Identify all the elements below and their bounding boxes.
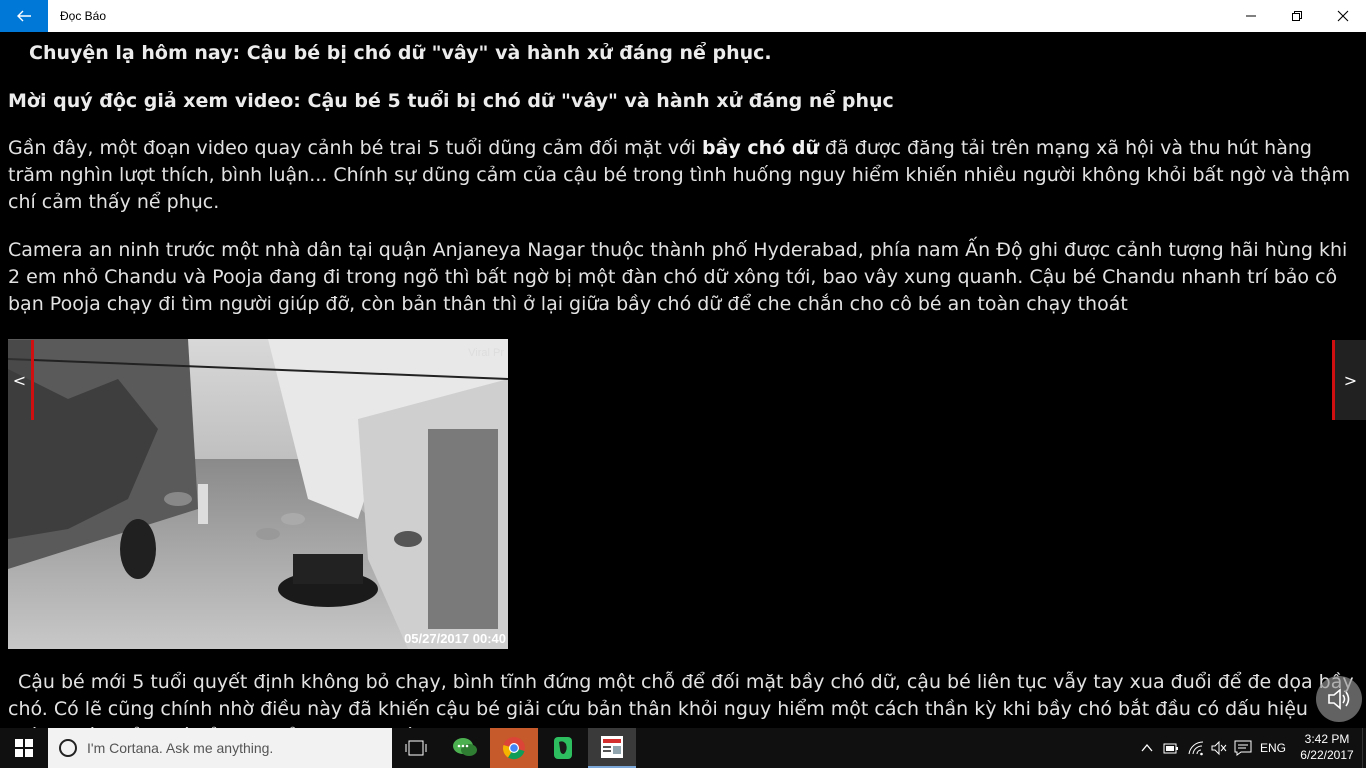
taskbar-app-evernote[interactable]	[539, 728, 587, 768]
restore-icon	[1292, 11, 1302, 21]
docbao-app-icon	[601, 736, 623, 758]
article-paragraph: Camera an ninh trước một nhà dân tại quậ…	[8, 239, 1348, 315]
cortana-search-box[interactable]: I'm Cortana. Ask me anything.	[48, 728, 392, 768]
read-aloud-button[interactable]	[1316, 676, 1362, 722]
title-bar: Đọc Báo	[0, 0, 1366, 32]
video-thumbnail[interactable]: Viral Pr 05/27/2017 00:40	[8, 339, 508, 649]
task-view-button[interactable]	[392, 728, 440, 768]
video-watermark: Viral Pr	[468, 347, 504, 359]
wifi-icon	[1188, 741, 1204, 756]
action-center-button[interactable]	[1232, 728, 1254, 768]
search-placeholder: I'm Cortana. Ask me anything.	[87, 740, 274, 756]
network-status[interactable]	[1185, 728, 1207, 768]
minimize-icon	[1246, 15, 1256, 17]
taskbar-app-messaging[interactable]	[441, 728, 489, 768]
article-subhead: Mời quý độc giả xem video: Cậu bé 5 tuổi…	[8, 90, 894, 112]
taskbar-app-chrome[interactable]	[490, 728, 538, 768]
video-timestamp: 05/27/2017 00:40	[404, 631, 506, 646]
bold-link-text[interactable]: bầy chó dữ	[702, 137, 819, 159]
evernote-icon	[554, 737, 572, 759]
minimize-button[interactable]	[1228, 0, 1274, 32]
article-paragraph: Gần đây, một đoạn video quay cảnh bé tra…	[8, 135, 1360, 216]
window-title: Đọc Báo	[60, 9, 107, 23]
previous-article-button[interactable]: <	[8, 340, 34, 420]
chrome-icon	[502, 737, 525, 760]
taskbar: I'm Cortana. Ask me anything. ENG 3:42 P…	[0, 728, 1366, 768]
next-article-button[interactable]: >	[1332, 340, 1366, 420]
system-clock[interactable]: 3:42 PM 6/22/2017	[1294, 731, 1360, 763]
volume-muted-icon	[1211, 740, 1227, 756]
cctv-scene-image	[8, 339, 508, 649]
show-desktop-button[interactable]	[1362, 728, 1366, 768]
battery-icon	[1163, 743, 1178, 754]
battery-status[interactable]	[1160, 728, 1182, 768]
clock-time: 3:42 PM	[1304, 732, 1350, 746]
paragraph-text: Gần đây, một đoạn video quay cảnh bé tra…	[8, 137, 702, 159]
show-hidden-icons-button[interactable]	[1137, 728, 1157, 768]
restore-button[interactable]	[1274, 0, 1320, 32]
article-view[interactable]: Chuyện lạ hôm nay: Cậu bé bị chó dữ "vây…	[0, 32, 1366, 728]
task-view-icon	[405, 740, 427, 756]
article-paragraph: Cậu bé mới 5 tuổi quyết định không bỏ ch…	[8, 671, 1354, 728]
notification-icon	[1234, 740, 1252, 756]
cortana-icon	[59, 739, 77, 757]
volume-status[interactable]	[1208, 728, 1230, 768]
chevron-up-icon	[1141, 743, 1153, 752]
chat-bubbles-icon	[453, 738, 477, 756]
start-button[interactable]	[0, 728, 48, 768]
close-icon	[1337, 10, 1349, 22]
arrow-left-icon	[17, 10, 31, 22]
close-button[interactable]	[1320, 0, 1366, 32]
speaker-icon	[1328, 688, 1350, 710]
windows-logo-icon	[15, 739, 33, 757]
back-button[interactable]	[0, 0, 48, 32]
input-language[interactable]: ENG	[1258, 728, 1288, 768]
clock-date: 6/22/2017	[1300, 748, 1354, 762]
article-headline: Chuyện lạ hôm nay: Cậu bé bị chó dữ "vây…	[29, 42, 772, 64]
taskbar-app-docbao[interactable]	[588, 728, 636, 768]
